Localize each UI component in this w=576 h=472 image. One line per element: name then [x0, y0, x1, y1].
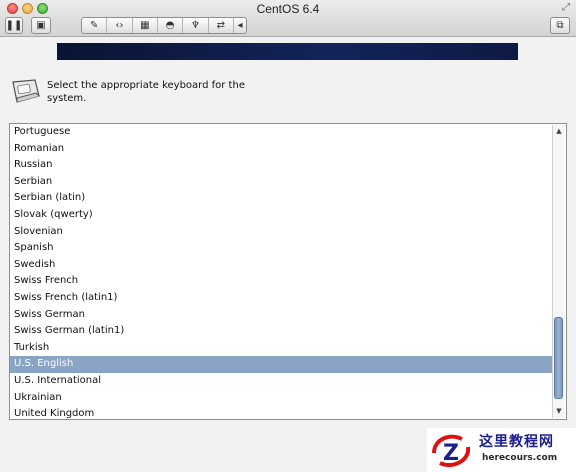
- collapse-arrow-icon: ◂: [237, 20, 243, 31]
- pause-button[interactable]: ❚❚: [5, 17, 23, 34]
- pause-icon: ❚❚: [5, 20, 23, 31]
- disk-icon: ◓: [165, 20, 175, 31]
- list-item[interactable]: Russian: [10, 157, 566, 174]
- image-icon: ▦: [140, 20, 150, 31]
- svg-text:Z: Z: [443, 441, 459, 466]
- window-resize-icon: ⧉: [556, 20, 564, 31]
- fullscreen-icon[interactable]: ⤢: [562, 2, 570, 13]
- watermark-chinese-text: 这里教程网: [479, 434, 554, 450]
- settings-button[interactable]: ✎: [82, 18, 108, 33]
- list-item[interactable]: Swiss French (latin1): [10, 290, 566, 307]
- scroll-down-arrow-icon[interactable]: ▼: [553, 406, 565, 417]
- network-button[interactable]: ‹›: [107, 18, 133, 33]
- keyboard-prompt: Select the appropriate keyboard for the …: [47, 80, 245, 104]
- usb-icon: ♆: [190, 20, 200, 31]
- site-watermark: Z 这里教程网 herecours.com: [427, 428, 576, 472]
- list-item[interactable]: Swiss French: [10, 273, 566, 290]
- window-resize-button[interactable]: ⧉: [550, 17, 570, 34]
- scroll-up-arrow-icon[interactable]: ▲: [553, 126, 565, 137]
- cd-image-button[interactable]: ▦: [133, 18, 158, 33]
- list-item[interactable]: Swedish: [10, 257, 566, 274]
- list-item[interactable]: Slovak (qwerty): [10, 207, 566, 224]
- scrollbar-thumb[interactable]: [554, 317, 563, 399]
- list-item[interactable]: United Kingdom: [10, 406, 566, 419]
- keyboard-list[interactable]: Portuguese Romanian Russian Serbian Serb…: [9, 123, 567, 420]
- sharing-button[interactable]: ⇄: [209, 18, 234, 33]
- list-item[interactable]: U.S. International: [10, 373, 566, 390]
- installer-banner: [57, 43, 518, 60]
- list-item[interactable]: Serbian (latin): [10, 190, 566, 207]
- watermark-url: herecours.com: [482, 453, 558, 463]
- sharing-icon: ⇄: [216, 20, 225, 31]
- wrench-icon: ✎: [89, 20, 99, 31]
- window-titlebar: CentOS 6.4 ⤢ ❚❚ ▣ ✎ ‹› ▦ ◓ ♆ ⇄ ◂ ⧉: [0, 0, 576, 37]
- list-item[interactable]: Swiss German: [10, 307, 566, 324]
- network-arrows-icon: ‹›: [115, 20, 124, 31]
- list-item[interactable]: Serbian: [10, 174, 566, 191]
- list-item[interactable]: Turkish: [10, 340, 566, 357]
- list-item[interactable]: Romanian: [10, 141, 566, 158]
- list-item[interactable]: Swiss German (latin1): [10, 323, 566, 340]
- snapshot-icon: ▣: [36, 20, 46, 31]
- list-item[interactable]: Spanish: [10, 240, 566, 257]
- vm-device-toolbar: ✎ ‹› ▦ ◓ ♆ ⇄ ◂: [81, 17, 247, 34]
- snapshot-button[interactable]: ▣: [31, 17, 51, 34]
- toolbar-collapse-button[interactable]: ◂: [234, 18, 246, 33]
- list-item[interactable]: Ukrainian: [10, 390, 566, 407]
- list-item[interactable]: Slovenian: [10, 224, 566, 241]
- usb-button[interactable]: ♆: [183, 18, 209, 33]
- window-title: CentOS 6.4: [256, 2, 320, 16]
- keyboard-icon: [12, 79, 40, 103]
- hard-disk-button[interactable]: ◓: [158, 18, 184, 33]
- list-item-selected[interactable]: U.S. English: [10, 356, 555, 373]
- list-scrollbar[interactable]: ▲ ▼: [552, 125, 565, 418]
- list-item[interactable]: Portuguese: [10, 124, 566, 141]
- watermark-logo-icon: Z: [432, 434, 471, 467]
